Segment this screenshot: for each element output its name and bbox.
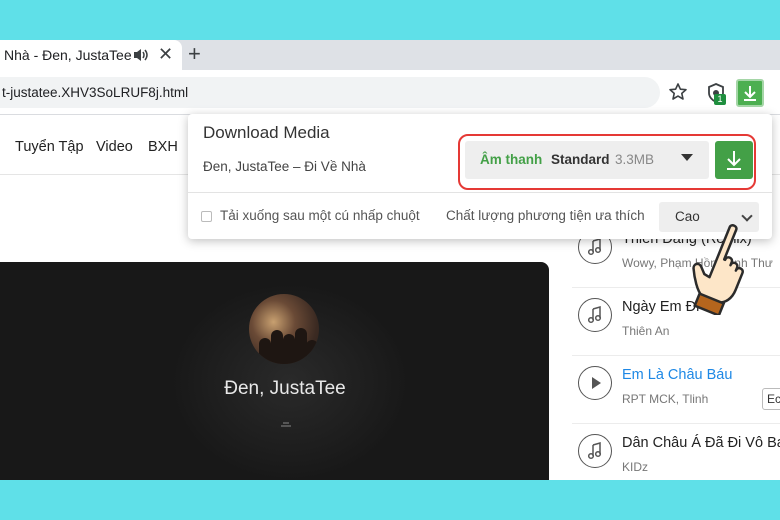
song-artist: RPT MCK, Tlinh	[622, 392, 709, 406]
browser-toolbar: t-justatee.XHV3SoLRUF8j.html 1	[0, 70, 780, 115]
address-bar[interactable]: t-justatee.XHV3SoLRUF8j.html	[0, 77, 660, 108]
song-action-button[interactable]: Ec	[762, 388, 780, 410]
browser-window: Nhà - Đen, JustaTee ✕ + t-justatee.XHV3S…	[0, 40, 780, 480]
one-click-label: Tải xuống sau một cú nhấp chuột	[220, 208, 420, 223]
tab-title: Nhà - Đen, JustaTee	[4, 47, 132, 63]
song-artist: Thiên An	[622, 324, 670, 338]
download-arrow-icon	[727, 151, 741, 170]
video-player[interactable]: Đen, JustaTee	[0, 262, 549, 480]
extension-badge: 1	[714, 94, 726, 105]
song-artist: KIDz	[622, 460, 649, 474]
star-icon[interactable]	[668, 82, 688, 102]
quality-type: Âm thanh	[480, 152, 543, 167]
list-item[interactable]: Dân Châu Á Đã Đi Vô Bar KIDz	[572, 424, 780, 480]
download-arrow-icon	[744, 86, 756, 101]
speaker-icon[interactable]	[132, 47, 150, 63]
nav-item-bxh[interactable]: BXH	[148, 139, 178, 155]
track-name: Đen, JustaTee – Đi Về Nhà	[203, 159, 366, 174]
list-item[interactable]: Em Là Châu Báu RPT MCK, Tlinh Ec	[572, 356, 780, 424]
quality-level: Standard	[551, 152, 610, 167]
one-click-checkbox[interactable]	[201, 211, 212, 222]
preferred-quality-label: Chất lượng phương tiện ưa thích	[446, 208, 645, 223]
music-note-icon	[578, 298, 612, 332]
tab-strip: Nhà - Đen, JustaTee ✕ +	[0, 40, 780, 70]
nav-item-video[interactable]: Video	[96, 139, 133, 155]
nav-item-tuyen-tap[interactable]: Tuyển Tập	[15, 139, 84, 155]
plus-icon[interactable]: +	[188, 42, 201, 66]
download-button[interactable]	[715, 141, 753, 179]
quality-dropdown[interactable]: Âm thanh Standard 3.3MB	[465, 141, 709, 179]
popup-title: Download Media	[203, 123, 330, 142]
pointing-hand-icon	[692, 224, 744, 315]
quality-size: 3.3MB	[615, 152, 655, 167]
divider	[188, 192, 772, 193]
browser-tab[interactable]: Nhà - Đen, JustaTee ✕	[0, 40, 182, 70]
url-text: t-justatee.XHV3SoLRUF8j.html	[2, 85, 189, 100]
artist-avatar	[249, 294, 319, 364]
download-extension-icon[interactable]	[736, 79, 764, 107]
music-note-icon	[578, 434, 612, 468]
artist-name: Đen, JustaTee	[224, 378, 346, 399]
chevron-icon	[281, 422, 291, 427]
song-title: Em Là Châu Báu	[622, 367, 733, 383]
song-title: Dân Châu Á Đã Đi Vô Bar	[622, 435, 780, 451]
play-icon[interactable]	[578, 366, 612, 400]
close-icon[interactable]: ✕	[158, 44, 173, 64]
caret-down-icon	[681, 154, 693, 161]
